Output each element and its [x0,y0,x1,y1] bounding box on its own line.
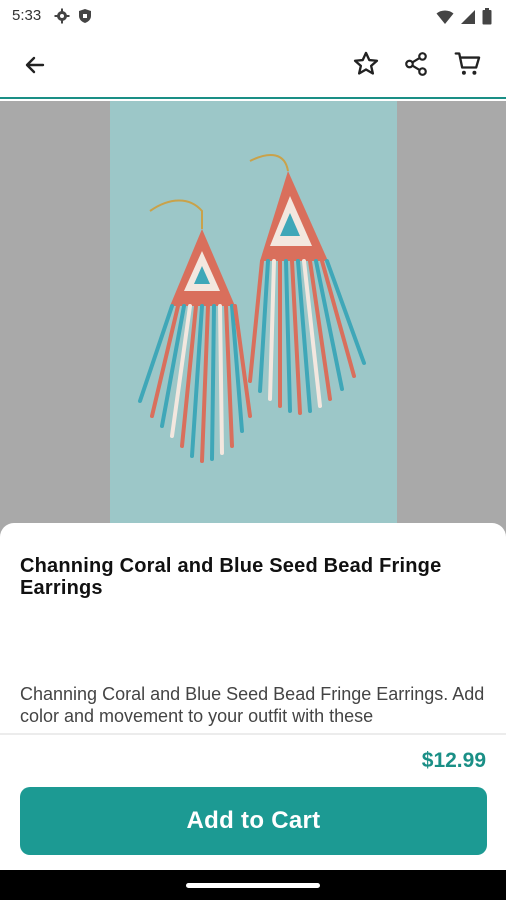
back-button[interactable] [15,45,55,85]
settings-gear-icon [54,8,70,24]
status-bar: 5:33 [0,0,506,32]
status-icons-left [54,8,92,24]
product-description: Channing Coral and Blue Seed Bead Fringe… [20,684,485,726]
shield-icon [79,9,91,23]
cart-icon [454,52,481,75]
add-to-cart-label: Add to Cart [186,807,321,834]
status-time: 5:33 [12,7,42,24]
arrow-left-icon [25,56,45,74]
product-price: $12.99 [421,749,486,772]
favorite-button[interactable] [346,44,386,84]
share-icon [405,52,427,76]
earrings-illustration [138,154,366,463]
status-icons-right [436,8,492,25]
battery-icon [482,8,492,25]
share-button[interactable] [396,44,436,84]
product-image[interactable] [110,101,397,541]
star-icon [353,51,379,75]
cart-button[interactable] [448,44,488,84]
add-to-cart-button[interactable]: Add to Cart [20,787,487,855]
system-navigation-bar [0,870,506,900]
product-details-sheet: Channing Coral and Blue Seed Bead Fringe… [0,523,506,900]
divider [0,733,506,735]
wifi-icon [436,10,454,24]
cell-signal-icon [461,9,475,24]
app-bar [0,32,506,99]
home-gesture-handle[interactable] [186,883,320,888]
product-image-area [0,101,506,541]
product-title: Channing Coral and Blue Seed Bead Fringe… [20,555,442,599]
